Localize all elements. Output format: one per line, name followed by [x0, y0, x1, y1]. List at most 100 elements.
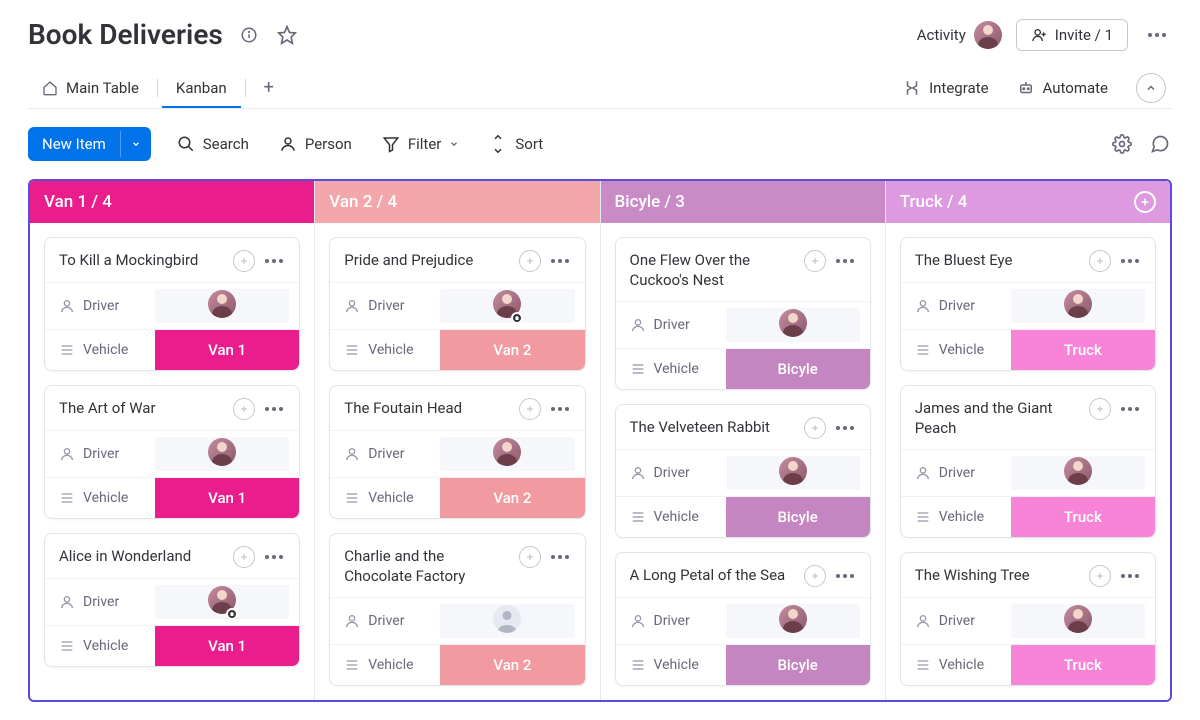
vehicle-chip[interactable]: Bicyle: [726, 497, 870, 537]
kanban-card[interactable]: Pride and PrejudiceDriverVehicleVan 2: [329, 237, 585, 371]
add-update-icon[interactable]: [1089, 398, 1111, 420]
column-title: Van 2 / 4: [329, 192, 397, 212]
kanban-card[interactable]: The Velveteen RabbitDriverVehicleBicyle: [615, 404, 871, 538]
star-icon[interactable]: [275, 23, 299, 47]
kanban-card[interactable]: Charlie and the Chocolate FactoryDriverV…: [329, 533, 585, 686]
driver-cell[interactable]: [726, 456, 860, 490]
vehicle-chip[interactable]: Van 2: [440, 645, 584, 685]
driver-avatar: [493, 605, 521, 633]
driver-cell[interactable]: [155, 289, 289, 323]
kanban-card[interactable]: The Wishing TreeDriverVehicleTruck: [900, 552, 1156, 686]
kanban-card[interactable]: The Foutain HeadDriverVehicleVan 2: [329, 385, 585, 519]
vehicle-chip[interactable]: Bicyle: [726, 349, 870, 389]
add-update-icon[interactable]: [804, 250, 826, 272]
driver-cell[interactable]: [726, 604, 860, 638]
column-header[interactable]: Truck / 4: [886, 181, 1170, 223]
integrate-button[interactable]: Integrate: [903, 79, 988, 97]
vehicle-chip[interactable]: Van 1: [155, 478, 299, 518]
vehicle-chip[interactable]: Bicyle: [726, 645, 870, 685]
automate-button[interactable]: Automate: [1017, 79, 1108, 97]
person-filter-button[interactable]: Person: [275, 131, 356, 157]
kanban-card[interactable]: The Art of WarDriverVehicleVan 1: [44, 385, 300, 519]
collapse-button[interactable]: [1136, 73, 1166, 103]
driver-cell[interactable]: [1011, 456, 1145, 490]
chat-icon[interactable]: [1148, 132, 1172, 156]
vehicle-chip[interactable]: Van 1: [155, 330, 299, 370]
column-body: One Flew Over the Cuckoo's Nest Driver Veh…: [601, 223, 885, 700]
list-icon: [59, 490, 75, 506]
card-menu-button[interactable]: [549, 405, 571, 413]
driver-cell[interactable]: [155, 437, 289, 471]
vehicle-chip[interactable]: Truck: [1011, 645, 1155, 685]
add-update-icon[interactable]: [519, 398, 541, 420]
filter-button[interactable]: Filter: [378, 131, 464, 157]
column-header[interactable]: Van 2 / 4: [315, 181, 599, 223]
driver-cell[interactable]: [155, 585, 289, 619]
invite-button[interactable]: Invite / 1: [1016, 19, 1128, 51]
new-item-button[interactable]: New Item: [28, 127, 151, 161]
add-update-icon[interactable]: [519, 250, 541, 272]
driver-cell[interactable]: [1011, 604, 1145, 638]
card-menu-button[interactable]: [263, 257, 285, 265]
vehicle-chip[interactable]: Van 2: [440, 330, 584, 370]
tab-main-table[interactable]: Main Table: [28, 69, 153, 107]
vehicle-chip[interactable]: Van 1: [155, 626, 299, 666]
activity-button[interactable]: Activity: [917, 21, 1002, 49]
list-icon: [59, 342, 75, 358]
info-icon[interactable]: [237, 23, 261, 47]
person-icon: [344, 613, 360, 629]
driver-row: Driver: [616, 449, 870, 496]
sort-button[interactable]: Sort: [485, 131, 547, 157]
vehicle-row: VehicleBicyle: [616, 348, 870, 389]
add-view-button[interactable]: +: [250, 67, 288, 108]
card-menu-button[interactable]: [834, 572, 856, 580]
person-icon: [59, 298, 75, 314]
search-button[interactable]: Search: [173, 131, 253, 157]
add-update-icon[interactable]: [1089, 565, 1111, 587]
card-menu-button[interactable]: [549, 257, 571, 265]
card-menu-button[interactable]: [1119, 405, 1141, 413]
board-menu-button[interactable]: [1142, 27, 1172, 43]
add-update-icon[interactable]: [804, 417, 826, 439]
card-title: One Flew Over the Cuckoo's Nest: [630, 250, 796, 291]
vehicle-chip[interactable]: Van 2: [440, 478, 584, 518]
card-menu-button[interactable]: [263, 405, 285, 413]
new-item-dropdown[interactable]: [120, 131, 151, 157]
kanban-card[interactable]: James and the Giant PeachDriverVehicleTr…: [900, 385, 1156, 538]
driver-cell[interactable]: [440, 604, 574, 638]
card-menu-button[interactable]: [834, 257, 856, 265]
card-menu-button[interactable]: [834, 424, 856, 432]
person-plus-icon: [1031, 27, 1047, 43]
driver-cell[interactable]: [440, 289, 574, 323]
vehicle-chip[interactable]: Truck: [1011, 330, 1155, 370]
invite-label: Invite / 1: [1055, 26, 1113, 44]
card-menu-button[interactable]: [263, 553, 285, 561]
card-title: The Wishing Tree: [915, 565, 1030, 585]
add-update-icon[interactable]: [233, 398, 255, 420]
driver-cell[interactable]: [440, 437, 574, 471]
card-menu-button[interactable]: [1119, 572, 1141, 580]
add-card-icon[interactable]: [1134, 191, 1156, 213]
add-update-icon[interactable]: [233, 546, 255, 568]
driver-cell[interactable]: [1011, 289, 1145, 323]
driver-row: Driver: [616, 597, 870, 644]
tab-kanban[interactable]: Kanban: [162, 69, 241, 107]
driver-avatar: [779, 309, 807, 337]
kanban-card[interactable]: To Kill a MockingbirdDriverVehicleVan 1: [44, 237, 300, 371]
vehicle-chip[interactable]: Truck: [1011, 497, 1155, 537]
kanban-card[interactable]: Alice in WonderlandDriverVehicleVan 1: [44, 533, 300, 667]
driver-cell[interactable]: [726, 308, 860, 342]
add-update-icon[interactable]: [233, 250, 255, 272]
card-menu-button[interactable]: [1119, 257, 1141, 265]
settings-icon[interactable]: [1110, 132, 1134, 156]
column-header[interactable]: Bicyle / 3: [601, 181, 885, 223]
card-menu-button[interactable]: [549, 553, 571, 561]
add-update-icon[interactable]: [1089, 250, 1111, 272]
card-title: Charlie and the Chocolate Factory: [344, 546, 510, 587]
kanban-card[interactable]: A Long Petal of the SeaDriverVehicleBicy…: [615, 552, 871, 686]
add-update-icon[interactable]: [804, 565, 826, 587]
add-update-icon[interactable]: [519, 546, 541, 568]
kanban-card[interactable]: The Bluest EyeDriverVehicleTruck: [900, 237, 1156, 371]
column-header[interactable]: Van 1 / 4: [30, 181, 314, 223]
kanban-card[interactable]: One Flew Over the Cuckoo's NestDriverVeh…: [615, 237, 871, 390]
